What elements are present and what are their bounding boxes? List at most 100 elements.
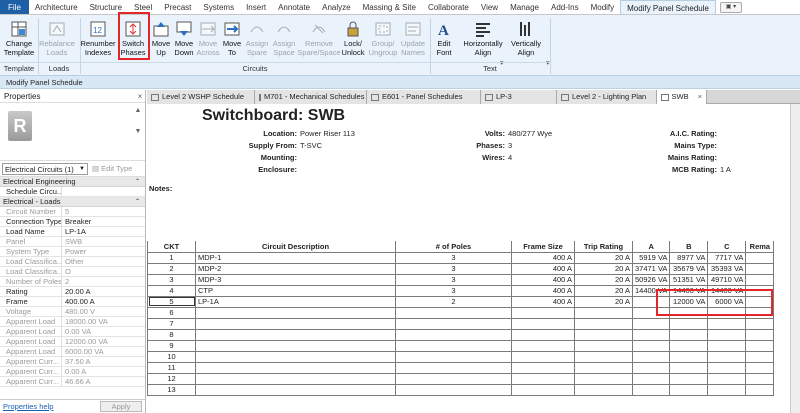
tab-analyze[interactable]: Analyze bbox=[316, 0, 356, 14]
remove-spare-space-button[interactable]: Remove Spare/Space bbox=[297, 18, 341, 63]
table-cell[interactable] bbox=[707, 361, 747, 374]
table-cell[interactable] bbox=[631, 361, 671, 374]
table-cell[interactable]: 9 bbox=[147, 339, 196, 352]
lock-unlock-button[interactable]: Lock/ Unlock bbox=[340, 18, 366, 63]
tab-file[interactable]: File bbox=[0, 0, 29, 14]
table-row[interactable]: 13 bbox=[147, 383, 775, 396]
table-cell[interactable] bbox=[707, 372, 747, 385]
tab-systems[interactable]: Systems bbox=[197, 0, 240, 14]
table-cell[interactable]: 5919 VA bbox=[631, 251, 671, 264]
table-cell[interactable]: 10 bbox=[147, 350, 196, 363]
table-cell[interactable] bbox=[395, 317, 512, 330]
view-tab-lp-3[interactable]: LP-3 bbox=[481, 90, 557, 104]
edit-type-button[interactable]: ▤ Edit Type bbox=[92, 164, 132, 173]
table-cell[interactable]: 400 A bbox=[511, 251, 575, 264]
table-cell[interactable] bbox=[745, 306, 775, 319]
table-row[interactable]: 2 MDP-2 3 400 A 20 A 37471 VA 35679 VA 35393 VA bbox=[147, 262, 775, 275]
table-cell[interactable] bbox=[669, 361, 709, 374]
category-electrical-engineering[interactable]: Electrical Engineering ⌃ bbox=[0, 177, 145, 187]
table-cell[interactable] bbox=[669, 350, 709, 363]
table-cell[interactable] bbox=[745, 251, 775, 264]
table-cell[interactable] bbox=[195, 383, 396, 396]
table-cell[interactable] bbox=[669, 372, 709, 385]
table-row[interactable]: 6 bbox=[147, 306, 775, 319]
move-to-button[interactable]: Move To bbox=[221, 18, 243, 63]
table-cell[interactable] bbox=[574, 361, 633, 374]
table-cell[interactable]: 12 bbox=[147, 372, 196, 385]
property-value[interactable]: LP-1A bbox=[62, 227, 145, 236]
table-cell[interactable] bbox=[707, 328, 747, 341]
table-cell[interactable] bbox=[195, 350, 396, 363]
table-cell[interactable]: 20 A bbox=[574, 295, 633, 308]
property-row[interactable]: Load Name LP-1A bbox=[0, 227, 145, 237]
table-cell[interactable]: 20 A bbox=[574, 251, 633, 264]
table-row[interactable]: 5 LP-1A 2 400 A 20 A 12000 VA 6000 VA bbox=[147, 295, 775, 308]
tab-modify-panel-schedule[interactable]: Modify Panel Schedule bbox=[620, 0, 716, 14]
table-cell[interactable]: CTP bbox=[195, 284, 396, 297]
table-cell[interactable] bbox=[745, 295, 775, 308]
table-cell[interactable] bbox=[631, 317, 671, 330]
rebalance-loads-button[interactable]: Rebalance Loads bbox=[38, 18, 76, 63]
table-cell[interactable]: 20 A bbox=[574, 262, 633, 275]
table-cell[interactable] bbox=[745, 262, 775, 275]
table-cell[interactable] bbox=[511, 317, 575, 330]
assign-space-button[interactable]: Assign Space bbox=[270, 18, 298, 63]
property-row[interactable]: Connection Type Breaker bbox=[0, 217, 145, 227]
table-cell[interactable] bbox=[511, 328, 575, 341]
table-cell[interactable] bbox=[395, 306, 512, 319]
table-cell[interactable] bbox=[574, 372, 633, 385]
table-cell[interactable] bbox=[669, 339, 709, 352]
table-cell[interactable] bbox=[574, 383, 633, 396]
table-cell[interactable] bbox=[745, 317, 775, 330]
table-cell[interactable]: 14400 VA bbox=[631, 284, 671, 297]
tab-annotate[interactable]: Annotate bbox=[272, 0, 316, 14]
property-row[interactable]: Rating 20.00 A bbox=[0, 287, 145, 297]
tab-insert[interactable]: Insert bbox=[240, 0, 272, 14]
table-cell[interactable] bbox=[745, 339, 775, 352]
table-cell[interactable] bbox=[511, 372, 575, 385]
table-cell[interactable] bbox=[511, 339, 575, 352]
table-cell[interactable] bbox=[511, 383, 575, 396]
table-cell[interactable] bbox=[631, 383, 671, 396]
type-scroll-icon[interactable]: ▲ ▼ bbox=[134, 107, 142, 151]
table-row[interactable]: 3 MDP-3 3 400 A 20 A 50926 VA 51351 VA 49710 VA bbox=[147, 273, 775, 286]
table-cell[interactable] bbox=[195, 306, 396, 319]
table-cell[interactable]: LP-1A bbox=[195, 295, 396, 308]
tab-structure[interactable]: Structure bbox=[84, 0, 128, 14]
table-cell[interactable]: 8 bbox=[147, 328, 196, 341]
property-value[interactable]: Breaker bbox=[62, 217, 145, 226]
table-row[interactable]: 11 bbox=[147, 361, 775, 374]
table-cell[interactable]: 8977 VA bbox=[669, 251, 709, 264]
table-cell[interactable]: 4 bbox=[147, 284, 196, 297]
table-cell[interactable]: 3 bbox=[395, 262, 512, 275]
change-template-button[interactable]: Change Template bbox=[2, 18, 36, 63]
tab-collaborate[interactable]: Collaborate bbox=[422, 0, 475, 14]
property-value[interactable]: 20.00 A bbox=[62, 287, 145, 296]
table-cell[interactable] bbox=[195, 361, 396, 374]
table-cell[interactable] bbox=[707, 383, 747, 396]
table-cell[interactable]: 400 A bbox=[511, 262, 575, 275]
table-cell[interactable] bbox=[574, 306, 633, 319]
table-cell[interactable]: 50926 VA bbox=[631, 273, 671, 286]
table-cell[interactable] bbox=[745, 350, 775, 363]
tab-modify[interactable]: Modify bbox=[585, 0, 621, 14]
table-cell[interactable] bbox=[631, 306, 671, 319]
table-cell[interactable] bbox=[631, 339, 671, 352]
property-value[interactable] bbox=[62, 187, 145, 196]
property-row[interactable]: Frame 400.00 A bbox=[0, 297, 145, 307]
table-cell[interactable] bbox=[511, 306, 575, 319]
view-tab-e601-panel-schedules[interactable]: E601 - Panel Schedules bbox=[367, 90, 481, 104]
table-cell[interactable] bbox=[395, 383, 512, 396]
table-cell[interactable]: 11 bbox=[147, 361, 196, 374]
table-row[interactable]: 12 bbox=[147, 372, 775, 385]
table-cell[interactable] bbox=[631, 295, 671, 308]
tab-architecture[interactable]: Architecture bbox=[29, 0, 84, 14]
table-cell[interactable]: 7717 VA bbox=[707, 251, 747, 264]
move-down-button[interactable]: Move Down bbox=[172, 18, 196, 63]
table-cell[interactable]: 3 bbox=[395, 284, 512, 297]
table-cell[interactable]: 12000 VA bbox=[669, 295, 709, 308]
table-cell[interactable]: 51351 VA bbox=[669, 273, 709, 286]
table-cell[interactable]: 2 bbox=[395, 295, 512, 308]
table-cell[interactable] bbox=[574, 317, 633, 330]
table-cell[interactable] bbox=[745, 361, 775, 374]
